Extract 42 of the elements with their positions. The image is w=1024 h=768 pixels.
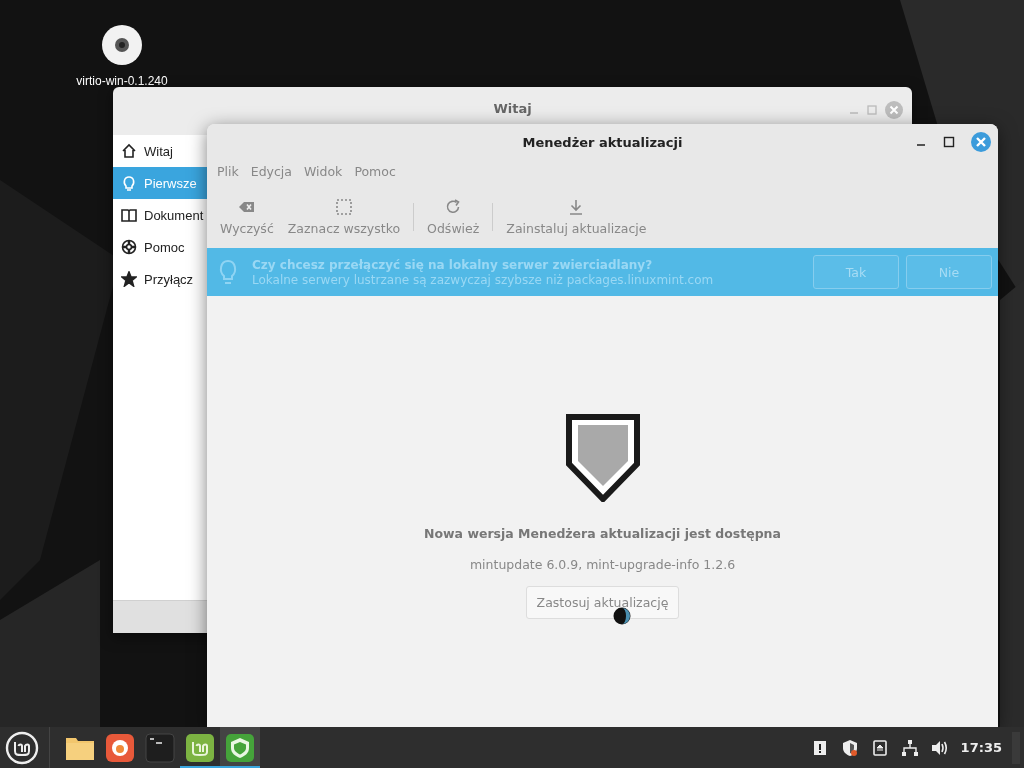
home-icon bbox=[121, 143, 137, 159]
clock[interactable]: 17:35 bbox=[960, 740, 1002, 755]
menu-item[interactable]: Plik bbox=[213, 164, 243, 186]
shield-icon[interactable] bbox=[840, 738, 859, 757]
sidebar-item[interactable]: Dokument bbox=[113, 199, 209, 231]
lifebuoy-icon bbox=[121, 239, 137, 255]
menu-item[interactable]: Pomoc bbox=[350, 164, 400, 186]
info-text: Lokalne serwery lustrzane są zazwyczaj szybsze niż packages.linuxmint.com bbox=[252, 272, 715, 287]
taskbar-app[interactable] bbox=[220, 727, 260, 768]
menu-icon[interactable] bbox=[5, 730, 39, 765]
toolbar-button[interactable]: Wyczyść bbox=[213, 194, 281, 240]
window-title: Witaj bbox=[493, 101, 532, 116]
sidebar-item[interactable]: Przyłącz bbox=[113, 263, 209, 295]
shield-icon bbox=[565, 414, 640, 502]
lightbulb-icon bbox=[121, 175, 137, 191]
mint-logo-icon bbox=[185, 732, 215, 763]
star-icon bbox=[121, 271, 137, 287]
eject-icon[interactable] bbox=[870, 738, 889, 757]
book-icon bbox=[121, 207, 137, 223]
terminal-icon bbox=[145, 732, 175, 763]
selection-icon bbox=[334, 198, 353, 216]
toolbar-button[interactable]: Zainstaluj aktualizacje bbox=[499, 194, 654, 240]
update-title: Nowa wersja Menedżera aktualizacji jest dostępna bbox=[424, 526, 781, 541]
close-icon[interactable] bbox=[971, 132, 991, 152]
menu-item[interactable]: Widok bbox=[300, 164, 347, 186]
disc-icon[interactable] bbox=[101, 24, 143, 66]
info-title: Czy chcesz przełączyć się na lokalny serwer zwierciadlany? bbox=[252, 257, 654, 272]
version-text: mintupdate 6.0.9, mint-upgrade-info 1.2.6 bbox=[469, 557, 736, 572]
menu-item[interactable]: Edycja bbox=[246, 164, 296, 186]
toolbar-button[interactable]: Zaznacz wszystko bbox=[280, 194, 408, 240]
sidebar-item[interactable]: Pomoc bbox=[113, 231, 209, 263]
network-icon[interactable] bbox=[900, 738, 919, 757]
desktop-icon-label[interactable]: virtio-win-0.1.240 bbox=[76, 74, 168, 88]
shield-icon bbox=[225, 732, 255, 763]
browser-icon bbox=[105, 732, 135, 763]
apply-update-button[interactable]: Zastosuj aktualizację bbox=[525, 586, 680, 619]
lightbulb-icon bbox=[218, 259, 238, 285]
maximize-icon[interactable] bbox=[943, 136, 955, 148]
sidebar-item[interactable]: Pierwsze bbox=[113, 167, 209, 199]
window-title: Menedżer aktualizacji bbox=[522, 134, 683, 150]
sidebar-item[interactable]: Witaj bbox=[113, 135, 209, 167]
toolbar-button[interactable]: Odśwież bbox=[420, 194, 487, 240]
